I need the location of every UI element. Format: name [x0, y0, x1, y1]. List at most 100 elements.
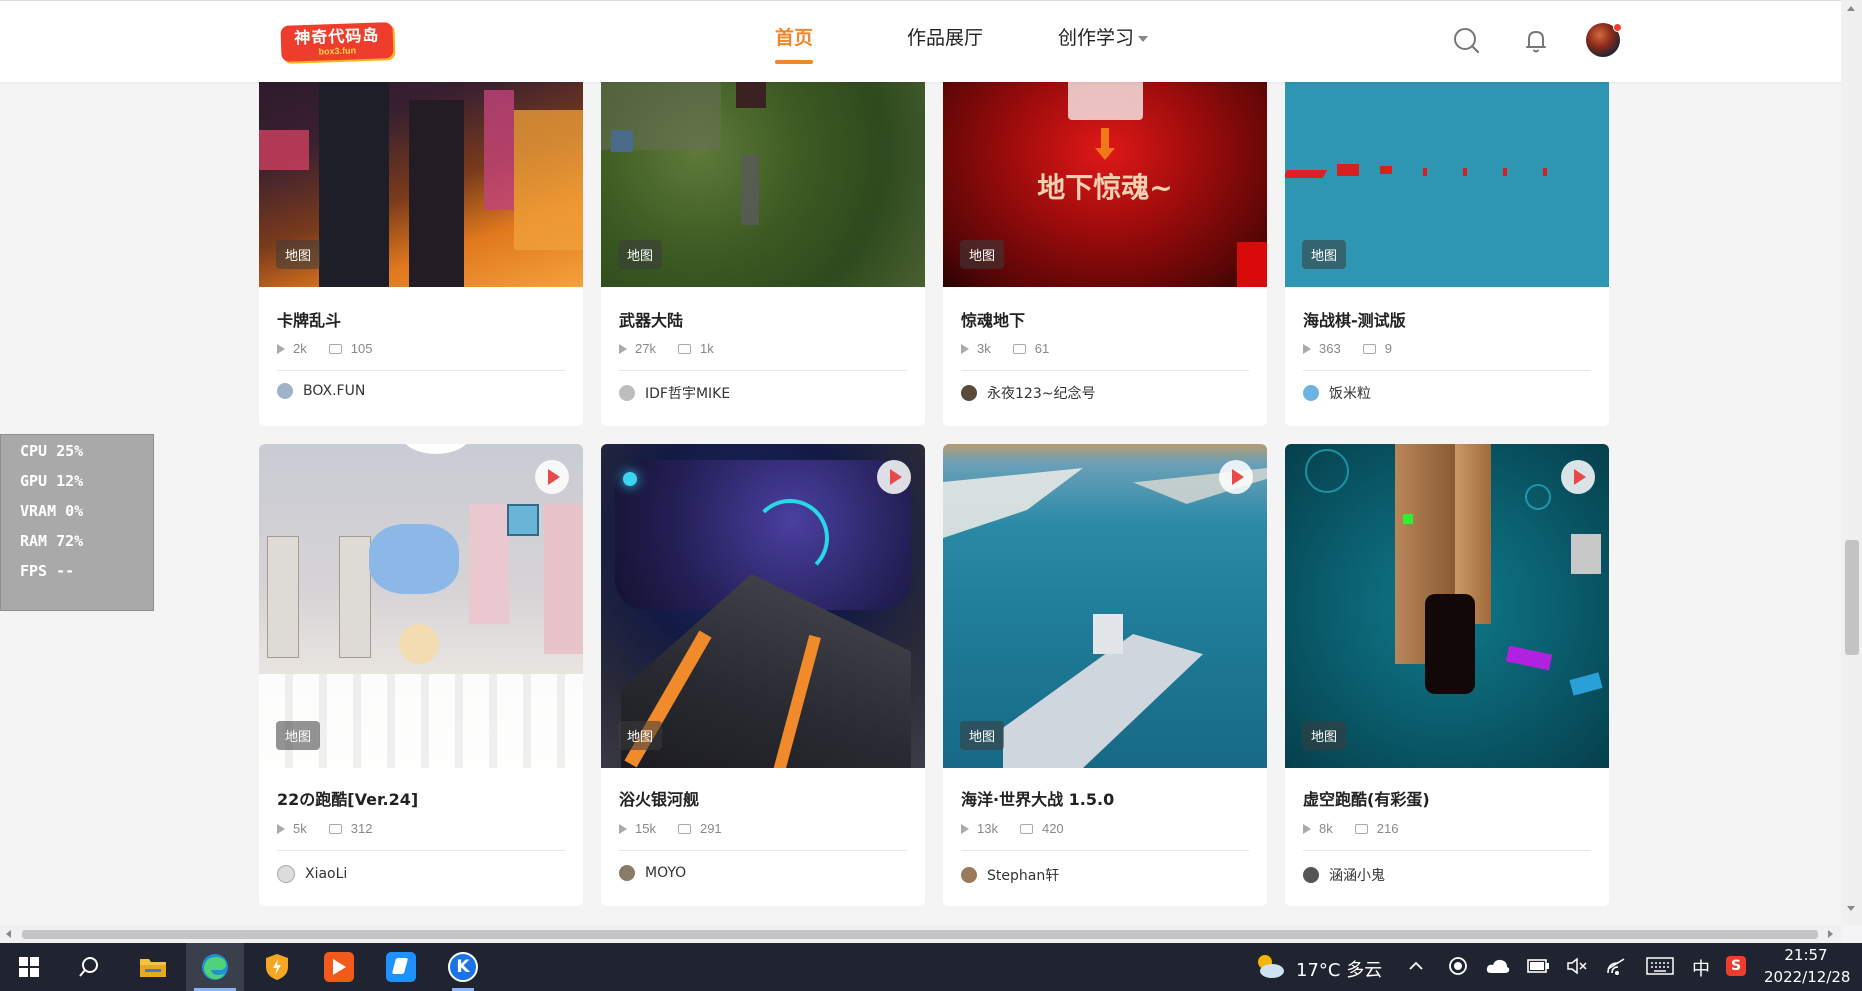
play-button[interactable]	[535, 460, 569, 494]
author-name: XiaoLi	[305, 866, 348, 882]
author-avatar	[1303, 867, 1319, 883]
weather-text[interactable]: 17°C 多云	[1296, 956, 1382, 982]
category-tag: 地图	[618, 721, 663, 750]
category-tag: 地图	[276, 721, 321, 750]
card-title[interactable]: 卡牌乱斗	[277, 307, 341, 331]
card-author[interactable]: 涵涵小鬼	[1303, 865, 1385, 885]
play-count-icon	[1303, 343, 1311, 354]
card-divider	[961, 850, 1249, 851]
k-app-icon: K	[448, 952, 478, 982]
start-button[interactable]	[0, 943, 58, 991]
card-thumbnail[interactable]: 地下惊魂~ 地图	[943, 60, 1267, 287]
card-thumbnail[interactable]: 地图	[601, 444, 925, 768]
scroll-up-arrow-icon[interactable]	[1847, 6, 1855, 11]
nav-learn[interactable]: 创作学习	[1058, 23, 1149, 50]
sogou-ime-icon[interactable]: S	[1726, 956, 1746, 976]
game-card[interactable]: 地图 海洋·世界大战 1.5.0 13k 420 Stephan轩	[943, 444, 1267, 906]
network-icon[interactable]	[1606, 955, 1628, 977]
card-thumbnail[interactable]: 地图	[259, 60, 583, 287]
play-button[interactable]	[1561, 460, 1595, 494]
category-tag: 地图	[1302, 240, 1347, 269]
taskbar-search-button[interactable]	[60, 943, 118, 991]
chevron-up-icon[interactable]	[1408, 958, 1424, 974]
battery-icon[interactable]	[1526, 957, 1550, 975]
ime-indicator[interactable]: 中	[1692, 955, 1710, 981]
keyboard-icon[interactable]	[1646, 957, 1674, 975]
card-author[interactable]: BOX.FUN	[277, 383, 365, 399]
taskbar-edge-browser[interactable]	[186, 943, 244, 991]
nav-gallery[interactable]: 作品展厅	[907, 23, 983, 50]
card-author[interactable]: IDF哲宇MIKE	[619, 383, 730, 403]
vertical-scrollbar[interactable]	[1841, 0, 1862, 925]
record-icon[interactable]	[1448, 956, 1468, 976]
logo-subtext: box3.fun	[318, 45, 357, 57]
user-avatar[interactable]	[1586, 23, 1622, 57]
author-avatar	[1303, 385, 1319, 401]
card-author[interactable]: XiaoLi	[277, 865, 347, 883]
card-divider	[277, 370, 565, 371]
windows-icon	[19, 957, 39, 977]
card-thumbnail[interactable]: 地图	[943, 444, 1267, 768]
card-title[interactable]: 22の跑酷[Ver.24]	[277, 786, 418, 810]
taskbar: K 17°C 多云 中 S 21:57 2022/12/28	[0, 943, 1862, 991]
clock-time[interactable]: 21:57	[1764, 946, 1848, 964]
vertical-scroll-thumb[interactable]	[1845, 540, 1859, 655]
taskbar-app-k[interactable]: K	[434, 943, 492, 991]
notification-dot	[1613, 23, 1622, 32]
scroll-left-arrow-icon[interactable]	[6, 930, 11, 938]
taskbar-app-blue[interactable]	[372, 943, 430, 991]
card-thumbnail[interactable]: 地图	[1285, 60, 1609, 287]
onedrive-cloud-icon[interactable]	[1486, 957, 1510, 975]
scroll-down-arrow-icon[interactable]	[1847, 906, 1855, 911]
category-tag: 地图	[960, 240, 1005, 269]
play-count-icon	[961, 823, 969, 834]
game-card[interactable]: 地图 虚空跑酷(有彩蛋) 8k 216 涵涵小鬼	[1285, 444, 1609, 906]
game-card[interactable]: 地图 22の跑酷[Ver.24] 5k 312 XiaoLi	[259, 444, 583, 906]
nav-home[interactable]: 首页	[775, 23, 814, 64]
category-tag: 地图	[618, 240, 663, 269]
card-divider	[1303, 850, 1591, 851]
search-icon	[79, 957, 98, 977]
card-title[interactable]: 虚空跑酷(有彩蛋)	[1303, 786, 1430, 810]
card-title[interactable]: 海洋·世界大战 1.5.0	[961, 786, 1114, 810]
card-author[interactable]: MOYO	[619, 865, 686, 881]
card-thumbnail[interactable]: 地图	[1285, 444, 1609, 768]
author-avatar	[619, 865, 635, 881]
app-orange-icon	[324, 952, 354, 982]
site-logo[interactable]: 神奇代码岛 box3.fun	[280, 22, 394, 62]
weather-cloud-icon[interactable]	[1253, 951, 1287, 981]
play-count-icon	[619, 343, 627, 354]
game-card[interactable]: 地图 卡牌乱斗 2k 105 BOX.FUN	[259, 60, 583, 426]
horizontal-scroll-thumb[interactable]	[22, 930, 1818, 939]
card-title[interactable]: 浴火银河舰	[619, 786, 699, 810]
taskbar-app-orange[interactable]	[310, 943, 368, 991]
scroll-right-arrow-icon[interactable]	[1828, 930, 1833, 938]
nav-active-indicator	[775, 60, 814, 64]
bell-icon[interactable]	[1521, 26, 1551, 56]
card-stats: 27k 1k	[619, 341, 714, 356]
taskbar-security-app[interactable]	[248, 943, 306, 991]
card-author[interactable]: 永夜123~纪念号	[961, 383, 1095, 403]
play-count: 363	[1319, 341, 1341, 356]
game-card[interactable]: 地图 海战棋-测试版 363 9 饭米粒	[1285, 60, 1609, 426]
card-thumbnail[interactable]: 地图	[601, 60, 925, 287]
game-card[interactable]: 地图 浴火银河舰 15k 291 MOYO	[601, 444, 925, 906]
play-button[interactable]	[877, 460, 911, 494]
horizontal-scrollbar[interactable]	[0, 925, 1841, 943]
card-stats: 5k 312	[277, 821, 372, 836]
taskbar-file-explorer[interactable]	[124, 943, 182, 991]
card-author[interactable]: Stephan轩	[961, 865, 1059, 885]
game-card[interactable]: 地图 武器大陆 27k 1k IDF哲宇MIKE	[601, 60, 925, 426]
game-card[interactable]: 地下惊魂~ 地图 惊魂地下 3k 61 永夜123~纪念号	[943, 60, 1267, 426]
play-button[interactable]	[1219, 460, 1253, 494]
card-author[interactable]: 饭米粒	[1303, 383, 1371, 403]
card-title[interactable]: 惊魂地下	[961, 307, 1025, 331]
clock-date[interactable]: 2022/12/28	[1764, 968, 1850, 986]
card-title[interactable]: 武器大陆	[619, 307, 683, 331]
search-icon[interactable]	[1452, 26, 1482, 56]
play-count: 5k	[293, 821, 307, 836]
author-name: 永夜123~纪念号	[987, 386, 1096, 402]
card-thumbnail[interactable]: 地图	[259, 444, 583, 768]
card-title[interactable]: 海战棋-测试版	[1303, 307, 1406, 331]
volume-muted-icon[interactable]	[1566, 956, 1588, 976]
